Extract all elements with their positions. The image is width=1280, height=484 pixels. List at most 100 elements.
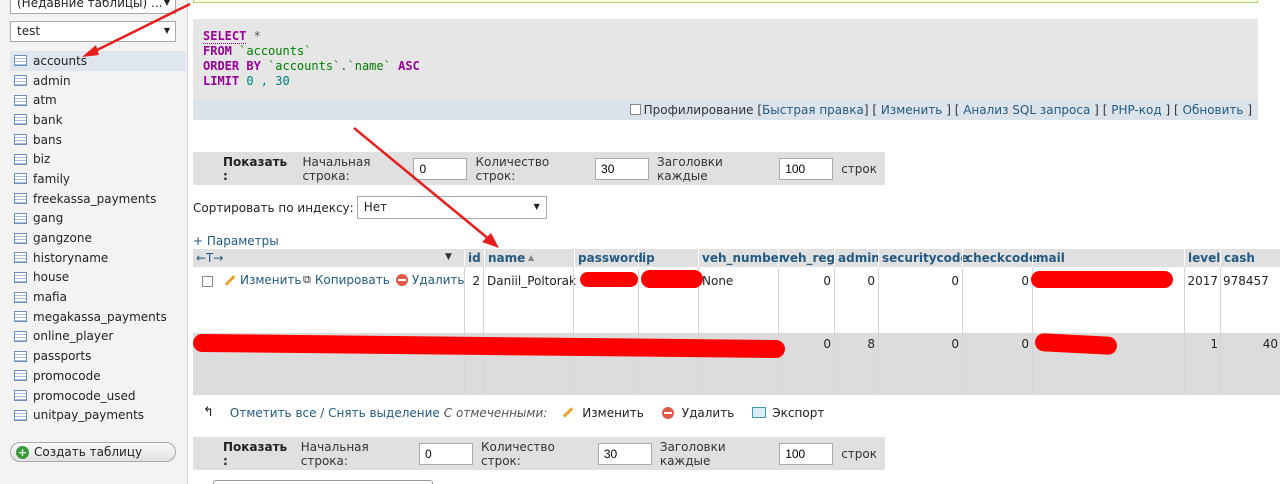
col-header-ip[interactable]: ip	[638, 249, 698, 267]
headers-every-label: Заголовки каждые	[657, 154, 723, 183]
sidebar-table-biz[interactable]: biz	[10, 149, 186, 169]
table-icon[interactable]	[14, 390, 27, 402]
create-table-button[interactable]: + Создать таблицу	[10, 442, 176, 462]
sidebar-table-accounts[interactable]: accounts	[10, 51, 186, 71]
column-divider	[1220, 267, 1221, 395]
cell-name: Daniil_Poltorak	[487, 274, 576, 288]
col-header-password[interactable]: password	[574, 249, 643, 267]
row-edit-link[interactable]: Изменить	[223, 273, 302, 287]
pagination-bar-top: Показать : Начальная строка: Количество …	[193, 152, 885, 185]
bulk-export-button[interactable]: Экспорт	[772, 406, 824, 420]
database-select[interactable]: test ▼	[10, 21, 176, 42]
rows-count-input[interactable]	[595, 157, 650, 180]
table-icon[interactable]	[14, 173, 27, 185]
table-icon[interactable]	[14, 271, 27, 283]
column-divider	[1032, 267, 1033, 395]
col-header-veh-reg[interactable]: veh_reg	[778, 249, 835, 267]
rows-count-input[interactable]	[597, 442, 652, 465]
sidebar-table-label: atm	[33, 93, 57, 108]
select-all-link[interactable]: Отметить все / Снять выделение	[230, 406, 440, 420]
table-icon[interactable]	[14, 409, 27, 421]
table-icon[interactable]	[14, 212, 27, 224]
bulk-edit-button[interactable]: Изменить	[582, 406, 644, 420]
col-header-id[interactable]: id	[464, 249, 484, 267]
profiling-checkbox[interactable]	[629, 104, 641, 115]
sidebar-table-promocode-used[interactable]: promocode_used	[10, 386, 186, 406]
row-checkbox[interactable]	[202, 276, 213, 287]
analyze-sql-link[interactable]: Анализ SQL запроса	[963, 103, 1090, 117]
sidebar-table-passports[interactable]: passports	[10, 346, 186, 366]
headers-every-label: Заголовки каждые	[659, 439, 726, 468]
sidebar-table-gangzone[interactable]: gangzone	[10, 228, 186, 248]
php-code-link[interactable]: PHP-код	[1111, 103, 1161, 117]
headers-every-input[interactable]	[779, 442, 834, 465]
table-icon[interactable]	[14, 370, 27, 382]
start-row-input[interactable]	[413, 157, 468, 180]
table-icon[interactable]	[14, 153, 27, 165]
sidebar-table-bank[interactable]: bank	[10, 110, 186, 130]
sidebar-table-bans[interactable]: bans	[10, 130, 186, 150]
cell-cash: 978457	[1223, 274, 1269, 288]
sidebar-table-megakassa-payments[interactable]: megakassa_payments	[10, 307, 186, 327]
delete-icon	[396, 274, 408, 286]
table-icon[interactable]	[14, 350, 27, 362]
table-icon[interactable]	[14, 330, 27, 342]
refresh-link[interactable]: Обновить	[1183, 103, 1244, 117]
copy-icon: ⧉	[303, 273, 311, 286]
headers-every-input[interactable]	[779, 157, 834, 180]
bracket: ]	[946, 102, 951, 117]
table-icon[interactable]	[14, 94, 27, 106]
table-icon[interactable]	[14, 114, 27, 126]
with-selected-label: С отмеченными:	[443, 405, 548, 420]
sidebar-table-gang[interactable]: gang	[10, 209, 186, 229]
edit-query-link[interactable]: Изменить	[881, 103, 943, 117]
column-move-icon[interactable]: ←T→	[193, 249, 463, 267]
chevron-down-icon: ▼	[163, 0, 170, 7]
col-header-cash[interactable]: cash	[1220, 249, 1280, 267]
sidebar-table-atm[interactable]: atm	[10, 90, 186, 110]
sql-select-keyword[interactable]: SELECT	[203, 29, 247, 44]
chevron-down-icon[interactable]: ▼	[445, 252, 452, 262]
sidebar-table-family[interactable]: family	[10, 169, 186, 189]
sort-by-index-row: Сортировать по индексу: Нет ▼	[193, 196, 547, 219]
table-icon[interactable]	[14, 252, 27, 264]
parameters-link[interactable]: + Параметры	[193, 234, 279, 248]
sidebar-table-online-player[interactable]: online_player	[10, 327, 186, 347]
sort-index-value: Нет	[363, 200, 388, 214]
quick-edit-link[interactable]: Быстрая правка	[762, 103, 864, 117]
col-header-admin[interactable]: admin	[834, 249, 880, 267]
sidebar-table-house[interactable]: house	[10, 268, 186, 288]
col-header-veh-number[interactable]: veh_number	[698, 249, 785, 267]
rows-suffix-label: строк	[841, 161, 877, 176]
sort-index-select[interactable]: Нет ▼	[356, 196, 547, 219]
sidebar-table-freekassa-payments[interactable]: freekassa_payments	[10, 189, 186, 209]
row-copy-link[interactable]: ⧉ Копировать	[303, 273, 390, 287]
table-icon[interactable]	[14, 311, 27, 323]
navigation-sidebar: (Недавние таблицы) ... ▼ test ▼ accounts…	[0, 0, 188, 484]
table-icon[interactable]	[14, 134, 27, 146]
table-icon[interactable]	[14, 55, 27, 67]
sidebar-table-unitpay-payments[interactable]: unitpay_payments	[10, 405, 186, 425]
sidebar-table-label: accounts	[33, 53, 88, 68]
sidebar-table-promocode[interactable]: promocode	[10, 366, 186, 386]
sidebar-table-admin[interactable]: admin	[10, 71, 186, 91]
col-header-level[interactable]: level	[1184, 249, 1220, 267]
sidebar-table-historyname[interactable]: historyname	[10, 248, 186, 268]
table-icon[interactable]	[14, 232, 27, 244]
col-header-checkcode[interactable]: checkcode	[962, 249, 1037, 267]
table-icon[interactable]	[14, 291, 27, 303]
chevron-down-icon: ▼	[533, 202, 540, 211]
start-row-input[interactable]	[419, 442, 473, 465]
col-header-securitycode[interactable]: securitycode	[878, 249, 969, 267]
table-icon[interactable]	[14, 193, 27, 205]
bulk-delete-button[interactable]: Удалить	[682, 406, 735, 420]
table-icon[interactable]	[14, 75, 27, 87]
recent-tables-select[interactable]: (Недавние таблицы) ... ▼	[10, 0, 176, 14]
sidebar-table-mafia[interactable]: mafia	[10, 287, 186, 307]
row-delete-link[interactable]: Удалить	[396, 273, 465, 287]
col-header-mail[interactable]: mail	[1032, 249, 1184, 267]
column-divider	[834, 267, 835, 395]
start-row-label: Начальная строка:	[302, 154, 371, 183]
sidebar-table-label: gangzone	[33, 231, 92, 246]
partial-element	[213, 480, 433, 484]
